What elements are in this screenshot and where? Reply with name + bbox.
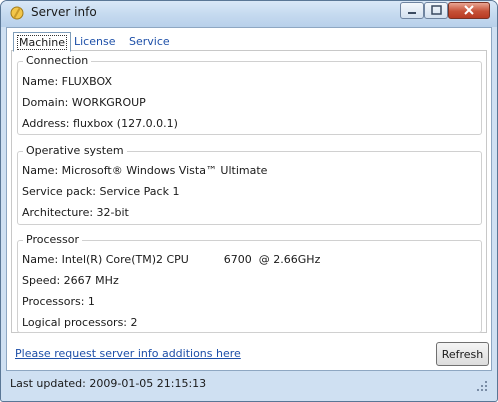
connection-domain: Domain: WORKGROUP xyxy=(22,96,146,109)
title-bar[interactable]: Server info xyxy=(1,1,497,27)
resize-grip-icon[interactable] xyxy=(476,380,488,392)
processor-name: Name: Intel(R) Core(TM)2 CPU 6700 @ 2.66… xyxy=(22,253,321,266)
processor-group: Processor Name: Intel(R) Core(TM)2 CPU 6… xyxy=(17,233,482,333)
connection-group-title: Connection xyxy=(23,54,92,67)
os-group-title: Operative system xyxy=(23,144,127,157)
close-button[interactable] xyxy=(448,2,490,19)
minimize-icon xyxy=(408,12,416,14)
request-additions-link[interactable]: Please request server info additions her… xyxy=(15,347,241,360)
os-name: Name: Microsoft® Windows Vista™ Ultimate xyxy=(22,164,268,177)
processor-speed: Speed: 2667 MHz xyxy=(22,274,119,287)
os-architecture: Architecture: 32-bit xyxy=(22,206,129,219)
last-updated-status: Last updated: 2009-01-05 21:15:13 xyxy=(10,377,207,390)
tab-license[interactable]: License xyxy=(74,32,115,51)
maximize-icon xyxy=(431,5,442,15)
connection-group: Connection Name: FLUXBOX Domain: WORKGRO… xyxy=(17,54,482,135)
processor-count: Processors: 1 xyxy=(22,295,95,308)
connection-name: Name: FLUXBOX xyxy=(22,75,112,88)
close-icon xyxy=(464,5,474,15)
maximize-button[interactable] xyxy=(424,2,448,19)
tab-machine[interactable]: Machine xyxy=(13,32,72,52)
window-title: Server info xyxy=(31,5,97,19)
processor-group-title: Processor xyxy=(23,233,82,246)
server-info-window: Server info Machine License Service Conn… xyxy=(0,0,498,402)
os-service-pack: Service pack: Service Pack 1 xyxy=(22,185,180,198)
machine-tab-panel: Connection Name: FLUXBOX Domain: WORKGRO… xyxy=(11,50,487,333)
connection-address: Address: fluxbox (127.0.0.1) xyxy=(22,117,178,130)
tab-machine-label: Machine xyxy=(17,35,68,50)
os-group: Operative system Name: Microsoft® Window… xyxy=(17,144,482,225)
status-bar: Last updated: 2009-01-05 21:15:13 xyxy=(6,372,492,396)
logical-processor-count: Logical processors: 2 xyxy=(22,316,138,329)
client-area: Machine License Service Connection Name:… xyxy=(6,27,492,371)
minimize-button[interactable] xyxy=(400,2,424,19)
app-icon xyxy=(10,6,24,20)
refresh-button[interactable]: Refresh xyxy=(436,342,489,366)
tab-service[interactable]: Service xyxy=(129,32,170,51)
